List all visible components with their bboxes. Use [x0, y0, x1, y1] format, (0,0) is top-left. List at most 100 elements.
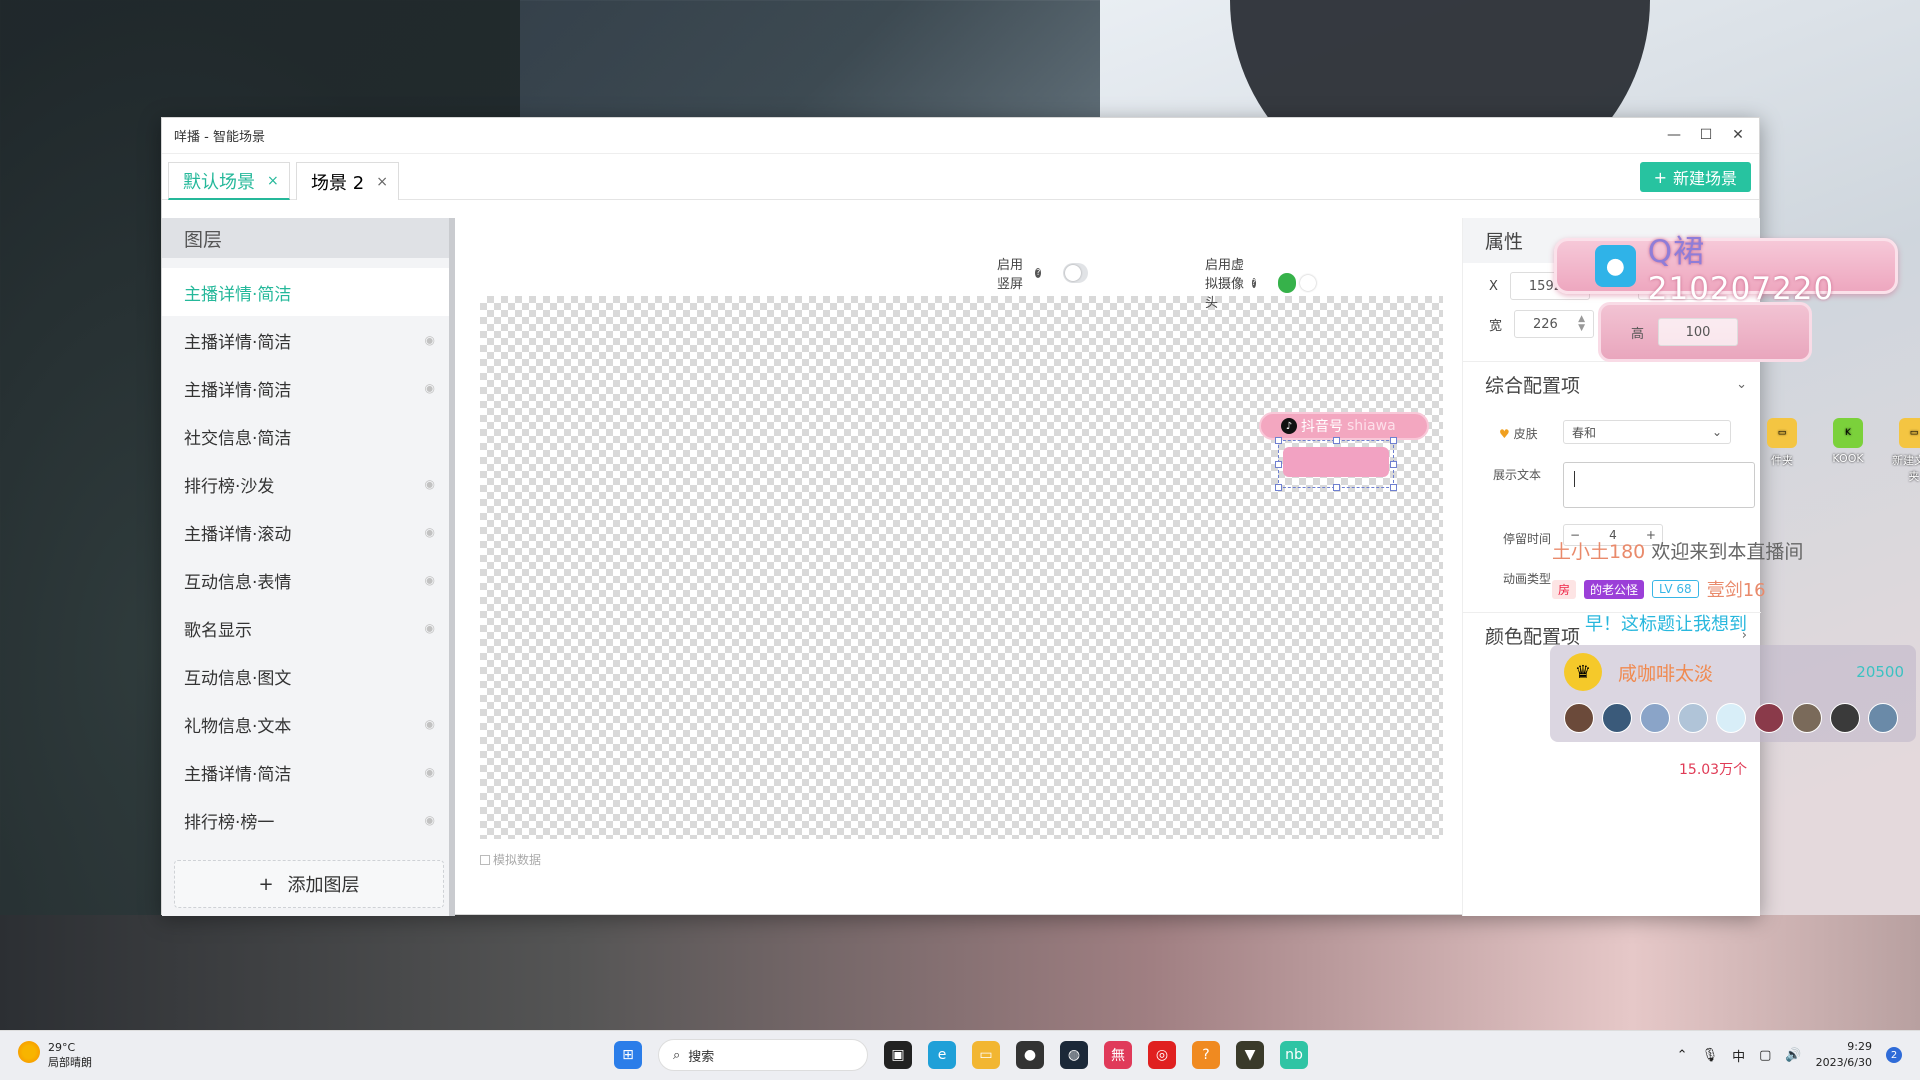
task-view-icon[interactable]: ▣ — [884, 1041, 912, 1069]
skin-select[interactable]: 春和 ⌄ — [1563, 420, 1731, 444]
layer-item[interactable]: 互动信息·图文 — [162, 652, 449, 700]
qq-icon: ● — [1595, 245, 1636, 287]
general-config-section[interactable]: 综合配置项 ⌄ — [1463, 361, 1761, 407]
tab-close-icon[interactable]: × — [376, 174, 388, 190]
weather-widget[interactable]: 29°C 局部晴朗 — [18, 1041, 92, 1070]
netease-music-icon[interactable]: ◎ — [1148, 1041, 1176, 1069]
virtual-cam-switch[interactable] — [1278, 272, 1316, 293]
avatar — [1716, 703, 1746, 733]
new-scene-label: 新建场景 — [1672, 169, 1737, 188]
resize-handle[interactable] — [1333, 484, 1340, 491]
plus-icon: + — [258, 873, 274, 895]
avatar — [1678, 703, 1708, 733]
eye-hidden-icon[interactable]: ◉ — [425, 573, 435, 587]
layer-item[interactable]: 主播详情·简洁 ◉ — [162, 316, 449, 364]
app-icon-orange[interactable]: ? — [1192, 1041, 1220, 1069]
eye-hidden-icon[interactable]: ◉ — [425, 381, 435, 395]
volume-icon[interactable]: 🔊 — [1785, 1048, 1801, 1063]
add-layer-button[interactable]: + 添加图层 — [174, 860, 444, 908]
app-icon-dark[interactable]: ▼ — [1236, 1041, 1264, 1069]
help-icon[interactable]: ? — [1251, 277, 1257, 288]
wallpaper-bottom — [0, 915, 1920, 1030]
file-explorer-icon[interactable]: ▭ — [972, 1041, 1000, 1069]
tab-close-icon[interactable]: × — [267, 173, 279, 189]
microphone-icon[interactable]: 🎙 — [1702, 1048, 1719, 1063]
obs-icon[interactable]: ● — [1016, 1041, 1044, 1069]
close-button[interactable]: ✕ — [1727, 124, 1749, 146]
windows-start-icon[interactable]: ⊞ — [614, 1041, 642, 1069]
chevron-down-icon: ⌄ — [1711, 425, 1722, 439]
eye-hidden-icon[interactable]: ◉ — [425, 765, 435, 779]
new-folder-icon[interactable]: ▭新建文件夹 — [1890, 418, 1920, 484]
eye-hidden-icon[interactable]: ◉ — [425, 621, 435, 635]
layer-item[interactable]: 主播详情·简洁 — [162, 268, 449, 316]
maximize-button[interactable]: ☐ — [1695, 124, 1717, 146]
resize-handle[interactable] — [1390, 437, 1397, 444]
avatar — [1868, 703, 1898, 733]
layer-item[interactable]: 礼物信息·文本 ◉ — [162, 700, 449, 748]
chevron-up-icon[interactable]: ⌃ — [1677, 1048, 1688, 1063]
clock[interactable]: 9:29 2023/6/30 — [1816, 1039, 1872, 1071]
width-input[interactable]: 226 ▲ ▼ — [1514, 310, 1595, 338]
title-bar: 咩播 - 智能场景 — [162, 118, 1759, 154]
layer-item[interactable]: 排行榜·沙发 ◉ — [162, 460, 449, 508]
layer-item[interactable]: 主播详情·简洁 ◉ — [162, 748, 449, 796]
resize-handle[interactable] — [1275, 437, 1282, 444]
app-window: 咩播 - 智能场景 — ☐ ✕ 默认场景 × 场景 2 × + 新建场景 图层 … — [161, 117, 1761, 916]
ime-indicator[interactable]: 中 — [1732, 1046, 1745, 1065]
layer-item[interactable]: 主播详情·滚动 ◉ — [162, 508, 449, 556]
layers-header: 图层 — [162, 218, 449, 258]
edge-browser-icon[interactable]: e — [928, 1041, 956, 1069]
tab-scene-2[interactable]: 场景 2 × — [296, 162, 399, 200]
portrait-switch[interactable] — [1063, 263, 1088, 283]
preview-canvas[interactable] — [480, 296, 1443, 839]
avatar — [1602, 703, 1632, 733]
avatar — [1830, 703, 1860, 733]
eye-hidden-icon[interactable]: ◉ — [425, 813, 435, 827]
resize-handle[interactable] — [1390, 484, 1397, 491]
layers-panel: 图层 主播详情·简洁 主播详情·简洁 ◉ 主播详情·简洁 ◉ 社交信息·简洁 排行榜… — [162, 218, 455, 916]
eye-hidden-icon[interactable]: ◉ — [425, 333, 435, 347]
new-scene-button[interactable]: + 新建场景 — [1639, 162, 1751, 192]
resize-handle[interactable] — [1275, 461, 1282, 468]
layer-item[interactable]: 社交信息·简洁 — [162, 412, 449, 460]
layer-item[interactable]: 歌名显示 ◉ — [162, 604, 449, 652]
display-text-input[interactable] — [1563, 462, 1755, 508]
layer-item[interactable]: 排行榜·榜一 ◉ — [162, 796, 449, 844]
layer-item[interactable]: 主播详情·简洁 ◉ — [162, 364, 449, 412]
notification-badge[interactable]: 2 — [1886, 1047, 1902, 1063]
eye-hidden-icon[interactable]: ◉ — [425, 525, 435, 539]
avatar — [1640, 703, 1670, 733]
layer-item[interactable]: 互动信息·表情 ◉ — [162, 556, 449, 604]
resize-handle[interactable] — [1390, 461, 1397, 468]
kook-app-icon[interactable]: K KOOK — [1824, 418, 1872, 484]
network-icon[interactable]: ▢ — [1759, 1048, 1771, 1063]
eye-hidden-icon[interactable]: ◉ — [425, 477, 435, 491]
height-input[interactable]: 100 — [1658, 318, 1739, 346]
tiktok-icon: ♪ — [1281, 418, 1297, 434]
crown-icon: ♛ — [1564, 653, 1602, 691]
eye-hidden-icon[interactable]: ◉ — [425, 717, 435, 731]
help-icon[interactable]: ? — [1035, 268, 1042, 278]
app-icon-pink[interactable]: 無 — [1104, 1041, 1132, 1069]
stepper-arrows-icon: ▲▼ — [1578, 314, 1586, 333]
search-icon: ⌕ — [673, 1047, 681, 1063]
taskbar-search[interactable]: ⌕ 搜索 — [658, 1039, 868, 1071]
resize-handle[interactable] — [1275, 484, 1282, 491]
resize-handle[interactable] — [1333, 437, 1340, 444]
window-title: 咩播 - 智能场景 — [174, 130, 265, 145]
steam-icon[interactable]: ◍ — [1060, 1041, 1088, 1069]
plus-icon: + — [1653, 167, 1667, 187]
checkbox-icon[interactable] — [480, 854, 490, 865]
tab-default-scene[interactable]: 默认场景 × — [168, 162, 290, 200]
desktop-folder-icon[interactable]: ▭ 件夹 — [1758, 418, 1806, 484]
avatar — [1754, 703, 1784, 733]
danmu-badges-row: 房 的老公怪 LV 68 壹剑16 — [1552, 576, 1766, 602]
mock-data-checkbox[interactable]: 模拟数据 — [480, 851, 541, 868]
miebo-app-icon[interactable]: nb — [1280, 1041, 1308, 1069]
selection-box[interactable] — [1275, 437, 1397, 491]
minimize-button[interactable]: — — [1663, 124, 1685, 146]
douyin-id-overlay[interactable]: ♪ 抖音号 shiawa — [1259, 412, 1429, 440]
top-gifter-card: ♛ 咸咖啡太淡 20500 — [1550, 645, 1916, 742]
tab-label: 默认场景 — [183, 171, 255, 193]
